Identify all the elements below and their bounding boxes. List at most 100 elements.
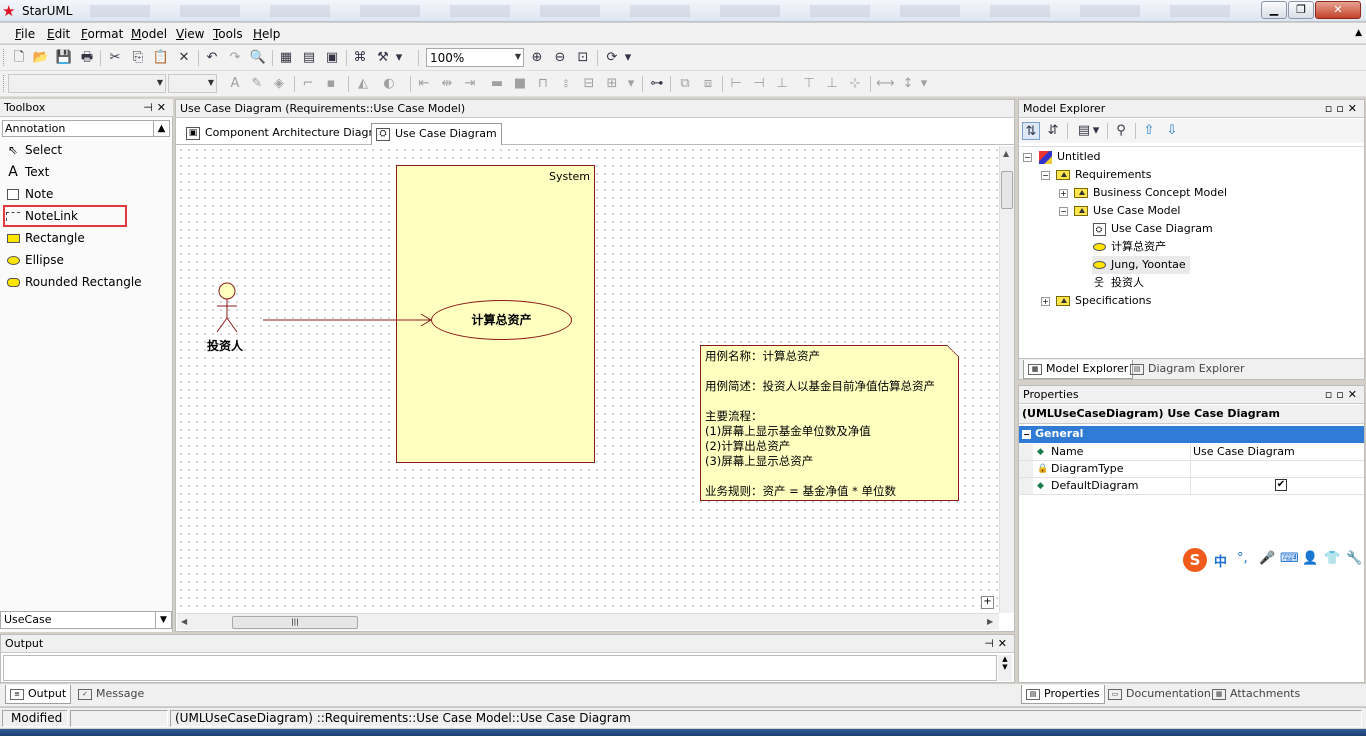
sort-by-name-icon[interactable]: ⇵ [1044,122,1062,140]
auto-resize-icon[interactable]: ⊞ [603,75,621,93]
send-back-icon[interactable]: ▬ [488,75,506,93]
tab-use-case-diagram[interactable]: ⛭ Use Case Diagram [371,123,502,145]
delete-icon[interactable]: ✕ [175,49,193,67]
redo-icon[interactable]: ↷ [226,49,244,67]
tree-node-actor[interactable]: 웃 投资人 [1092,274,1144,292]
toolbox-group-annotation[interactable]: Annotation ▲ [2,120,170,137]
paste-icon[interactable]: 📋 [152,49,170,67]
menu-edit[interactable]: Edit [47,27,70,41]
minimize-button[interactable]: ▁ [1261,1,1287,19]
find-icon[interactable]: 🔍 [249,49,267,67]
copy-icon[interactable]: ⎘ [129,49,147,67]
font-icon[interactable]: A [226,75,244,93]
expand-icon[interactable]: + [1041,296,1050,306]
sogou-logo-icon[interactable]: S [1183,548,1207,572]
property-row-name[interactable]: ◆ Name Use Case Diagram [1019,444,1364,461]
panel-buttons[interactable]: ⊣✕ [984,635,1011,652]
stereotype-display-icon[interactable]: ▪ [322,75,340,93]
tool-text[interactable]: A Text [5,162,170,182]
group-icon[interactable]: ⧉ [676,75,694,93]
tree-node-requirements[interactable]: − Requirements [1041,166,1151,184]
align-left-icon[interactable]: ⇤ [415,75,433,93]
tree-node-use-case-model[interactable]: − Use Case Model [1059,202,1181,220]
chevron-down-icon[interactable]: ▾ [623,49,633,67]
tab-diagram-explorer[interactable]: ▤ Diagram Explorer [1126,360,1249,379]
move-down-icon[interactable]: ⇩ [1163,122,1181,140]
chevron-down-icon[interactable]: ▼ [155,612,171,628]
settings-tools-icon[interactable]: ⚒ [374,49,392,67]
show-operation-signature-icon[interactable]: ⊓ [534,75,552,93]
property-value-name[interactable]: Use Case Diagram [1190,444,1364,460]
open-folder-icon[interactable]: 📂 [32,49,50,67]
property-row-defaultdiagram[interactable]: ◆ DefaultDiagram ✔ [1019,478,1364,495]
chinese-mode-icon[interactable]: 中 [1214,551,1227,570]
menu-format[interactable]: Format [81,27,123,41]
tree-node-untitled[interactable]: − Untitled [1023,148,1101,166]
scroll-right-icon[interactable]: ▶ [987,617,993,626]
align-lefts-icon[interactable]: ⊢ [727,75,745,93]
default-diagram-checkbox[interactable]: ✔ [1275,479,1287,491]
zoom-in-icon[interactable]: ⊕ [528,49,546,67]
tool-select[interactable]: ⇖ Select [5,140,170,160]
add-diagram-icon[interactable]: ▦ [277,49,295,67]
tab-output[interactable]: ≡ Output [5,685,72,704]
align-bottoms-icon[interactable]: ⊥ [823,75,841,93]
scroll-thumb[interactable]: ||| [232,616,358,629]
close-button[interactable]: ✕ [1315,1,1361,19]
diagram-canvas[interactable]: System 计算总资产 投资人 用例名称：计算总资产 用例简述：投资人以基金目… [177,146,999,613]
collapse-up-icon[interactable]: ▲ [153,121,169,136]
suppress-attributes-icon[interactable]: ◭ [354,75,372,93]
tool-ellipse[interactable]: Ellipse [5,250,170,270]
align-middles-icon[interactable]: ⊥ [773,75,791,93]
toolbar-grip[interactable] [3,49,6,66]
line-style-icon[interactable]: ⌐ [299,75,317,93]
code-generation-icon[interactable]: ⌘ [351,49,369,67]
cut-icon[interactable]: ✂ [106,49,124,67]
scroll-up-icon[interactable]: ▲ [1003,149,1009,158]
tab-attachments[interactable]: ▦ Attachments [1208,685,1304,704]
suppress-operations-icon[interactable]: ◐ [380,75,398,93]
maximize-button[interactable]: ❐ [1288,1,1314,19]
chevron-down-icon[interactable]: ▾ [919,75,929,93]
chevron-down-icon[interactable]: ▾ [394,49,404,67]
panel-buttons[interactable]: ⊣✕ [143,99,170,116]
collapse-icon[interactable]: − [1022,430,1031,439]
tool-rectangle[interactable]: Rectangle [5,228,170,248]
use-case-ellipse[interactable]: 计算总资产 [431,300,572,340]
menu-model[interactable]: Model [131,27,167,41]
font-family-select[interactable]: ▼ [8,74,166,93]
align-centers-icon[interactable]: ⊹ [846,75,864,93]
font-size-select[interactable]: ▼ [168,74,217,93]
collapse-icon[interactable]: − [1041,170,1050,180]
word-wrap-icon[interactable]: ⊟ [580,75,598,93]
tab-component-architecture-diagram[interactable]: ▣ Component Architecture Diagram [182,123,394,145]
menu-collapse-icon[interactable]: ▲ [1355,28,1362,38]
property-row-diagramtype[interactable]: 🔒 DiagramType [1019,461,1364,478]
menu-file[interactable]: File [15,27,35,41]
diagram-export-icon[interactable]: ▣ [323,49,341,67]
align-right-icon[interactable]: ⇥ [461,75,479,93]
microphone-icon[interactable]: 🎤 [1259,551,1275,566]
zoom-fit-icon[interactable]: ⊡ [574,49,592,67]
output-scrollbar[interactable]: ▲ ▼ [998,655,1012,681]
tree-node-business-concept-model[interactable]: + Business Concept Model [1059,184,1227,202]
space-vertical-icon[interactable]: ↕ [899,75,917,93]
scroll-thumb[interactable] [1001,171,1013,209]
toolbox-group-usecase[interactable]: UseCase ▼ [0,611,172,629]
actor-figure[interactable] [216,282,238,333]
chevron-down-icon[interactable]: ▾ [1091,122,1101,140]
zoom-select[interactable]: 100% ▼ [426,48,524,67]
refresh-icon[interactable]: ⟳ [603,49,621,67]
tree-node-use-case-diagram[interactable]: ⛭ Use Case Diagram [1092,220,1213,238]
line-color-icon[interactable]: ✎ [248,75,266,93]
bring-front-icon[interactable]: ■ [511,75,529,93]
scroll-left-icon[interactable]: ◀ [181,617,187,626]
space-horizontal-icon[interactable]: ⟷ [876,75,895,93]
user-icon[interactable]: 👤 [1302,551,1318,566]
punctuation-icon[interactable]: °, [1237,551,1248,566]
tree-node-specifications[interactable]: + Specifications [1041,292,1151,310]
tab-model-explorer[interactable]: ▦ Model Explorer [1023,360,1134,379]
print-icon[interactable]: 🖶 [78,49,96,67]
new-file-icon[interactable]: 🗋 [10,49,28,67]
align-tops-icon[interactable]: ⊤ [800,75,818,93]
